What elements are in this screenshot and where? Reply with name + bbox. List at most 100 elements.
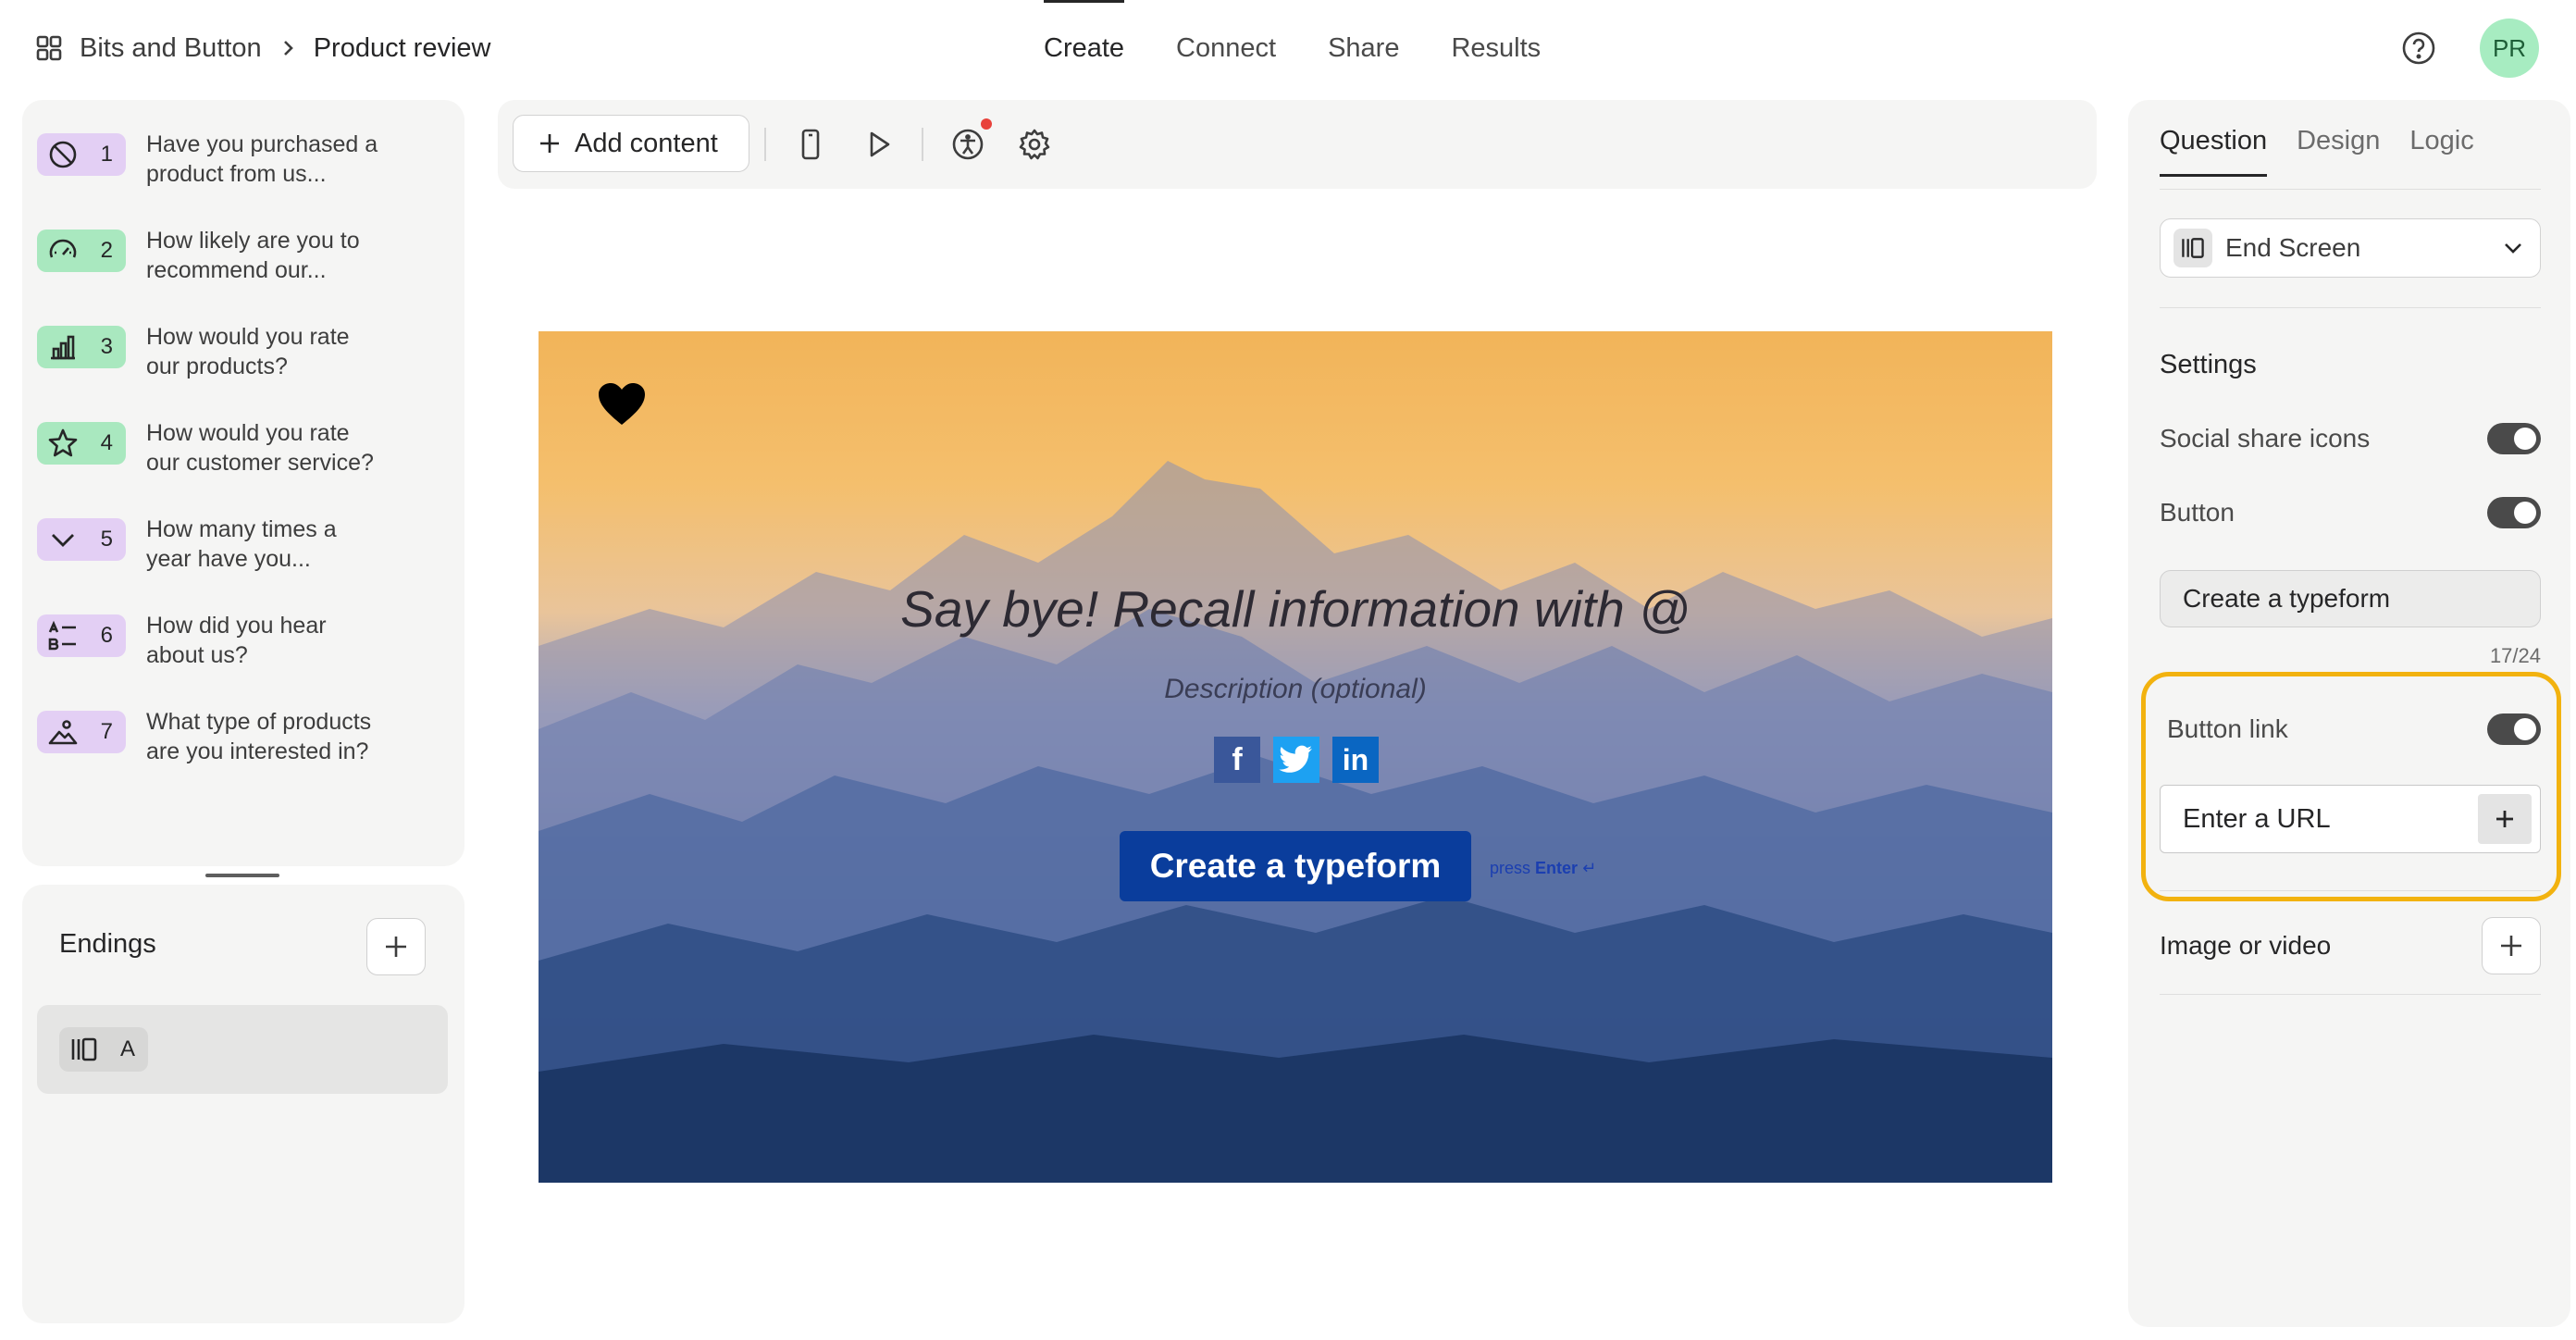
mobile-icon[interactable] xyxy=(790,124,831,165)
char-counter: 17/24 xyxy=(2489,644,2541,667)
add-image-button[interactable] xyxy=(2482,917,2541,974)
question-text-line: How would you rate xyxy=(146,324,350,350)
question-item-5[interactable]: 5 How many times a year have you... xyxy=(37,515,444,598)
question-item-6[interactable]: 6 How did you hear about us? xyxy=(37,611,444,694)
breadcrumb-chevron-icon xyxy=(279,37,297,59)
facebook-glyph: f xyxy=(1232,741,1243,777)
chevron-down-icon xyxy=(46,523,80,556)
play-icon[interactable] xyxy=(859,124,899,165)
question-text: How likely are you to recommend our... xyxy=(146,226,360,285)
button-link-label: Button link xyxy=(2167,714,2288,743)
question-number: 2 xyxy=(100,238,113,263)
question-item-1[interactable]: 1 Have you purchased a product from us..… xyxy=(37,130,444,213)
tab-logic[interactable]: Logic xyxy=(2409,126,2473,177)
section-divider xyxy=(2160,994,2541,995)
end-screen-icon xyxy=(2174,229,2212,267)
heart-icon xyxy=(596,381,648,428)
bar-chart-icon xyxy=(46,330,80,364)
button-link-toggle[interactable] xyxy=(2487,713,2541,745)
question-item-2[interactable]: 2 How likely are you to recommend our... xyxy=(37,226,444,309)
question-item-3[interactable]: 3 How would you rate our products? xyxy=(37,322,444,405)
image-video-setting: Image or video xyxy=(2160,916,2541,975)
question-text: How did you hear about us? xyxy=(146,611,327,670)
end-screen-icon xyxy=(68,1034,100,1065)
question-text-line: How did you hear xyxy=(146,613,327,639)
question-item-7[interactable]: 7 What type of products are you interest… xyxy=(37,707,444,790)
accessibility-icon[interactable] xyxy=(947,124,988,165)
section-divider xyxy=(2160,890,2541,891)
question-type-select[interactable]: End Screen xyxy=(2160,218,2541,278)
social-share-setting: Social share icons xyxy=(2160,418,2541,459)
question-number: 7 xyxy=(100,719,113,744)
facebook-icon[interactable]: f xyxy=(1214,737,1260,783)
question-text: How would you rate our products? xyxy=(146,322,350,381)
question-text-line: Have you purchased a xyxy=(146,131,378,157)
workspace-grid-icon[interactable] xyxy=(35,34,63,62)
url-placeholder: Enter a URL xyxy=(2183,803,2331,834)
image-video-label: Image or video xyxy=(2160,931,2332,960)
add-content-button[interactable]: Add content xyxy=(513,115,749,172)
end-screen-preview[interactable]: Say bye! Recall information with @ Descr… xyxy=(539,331,2052,1183)
plus-icon xyxy=(2497,932,2525,960)
question-text-line: are you interested in? xyxy=(146,738,369,764)
tabs-divider xyxy=(2160,189,2541,190)
end-screen-description[interactable]: Description (optional) xyxy=(539,674,2052,705)
add-ending-button[interactable] xyxy=(366,918,426,975)
end-screen-button[interactable]: Create a typeform xyxy=(1120,831,1471,901)
hint-prefix: press xyxy=(1490,859,1536,877)
section-divider xyxy=(2160,307,2541,308)
tab-design[interactable]: Design xyxy=(2297,126,2380,177)
panel-resize-handle[interactable] xyxy=(205,874,279,877)
tab-share[interactable]: Share xyxy=(1302,0,1425,96)
hint-key: Enter xyxy=(1535,859,1579,877)
question-text-line: about us? xyxy=(146,642,248,668)
tab-connect[interactable]: Connect xyxy=(1150,0,1302,96)
plus-icon xyxy=(538,131,562,155)
question-text-line: product from us... xyxy=(146,161,327,187)
twitter-icon[interactable]: t xyxy=(1273,737,1319,783)
question-text-line: our products? xyxy=(146,354,288,379)
tab-create[interactable]: Create xyxy=(1018,0,1150,96)
question-text-line: How would you rate xyxy=(146,420,350,446)
question-text: Have you purchased a product from us... xyxy=(146,130,378,189)
breadcrumb-workspace[interactable]: Bits and Button xyxy=(80,33,262,64)
question-text-line: What type of products xyxy=(146,709,372,735)
plus-icon xyxy=(2494,808,2516,830)
toolbar-divider xyxy=(922,128,923,161)
button-toggle[interactable] xyxy=(2487,497,2541,528)
breadcrumb-page[interactable]: Product review xyxy=(314,33,491,64)
press-enter-hint: press Enter ↵ xyxy=(1490,859,1596,878)
plus-icon xyxy=(382,933,410,961)
social-share-toggle[interactable] xyxy=(2487,423,2541,454)
question-badge: 6 xyxy=(37,614,126,657)
question-number: 3 xyxy=(100,334,113,359)
picture-choice-icon xyxy=(46,715,80,749)
avatar[interactable]: PR xyxy=(2480,19,2539,78)
question-number: 6 xyxy=(100,623,113,648)
ending-badge[interactable]: A xyxy=(59,1027,148,1072)
question-badge: 4 xyxy=(37,422,126,465)
question-item-4[interactable]: 4 How would you rate our customer servic… xyxy=(37,418,444,502)
insert-variable-button[interactable] xyxy=(2478,794,2532,844)
gauge-icon xyxy=(46,234,80,267)
ban-icon xyxy=(46,138,80,171)
question-text: How many times a year have you... xyxy=(146,515,337,574)
question-badge: 5 xyxy=(37,518,126,561)
button-link-setting: Button link xyxy=(2167,709,2541,750)
settings-title: Settings xyxy=(2160,350,2257,379)
settings-tabs: Question Design Logic xyxy=(2160,126,2474,177)
button-text-input[interactable]: Create a typeform xyxy=(2160,570,2541,627)
question-text: How would you rate our customer service? xyxy=(146,418,374,478)
end-screen-title[interactable]: Say bye! Recall information with @ xyxy=(539,579,2052,639)
chevron-down-icon xyxy=(2501,236,2525,260)
question-badge: 2 xyxy=(37,230,126,272)
tab-results[interactable]: Results xyxy=(1425,0,1567,96)
list-icon xyxy=(46,619,80,652)
linkedin-icon[interactable]: in xyxy=(1332,737,1379,783)
question-text-line: our customer service? xyxy=(146,450,374,476)
question-badge: 7 xyxy=(37,711,126,753)
help-icon[interactable] xyxy=(2400,30,2437,67)
settings-icon[interactable] xyxy=(1014,124,1055,165)
tab-question[interactable]: Question xyxy=(2160,126,2268,177)
toolbar-divider xyxy=(764,128,766,161)
